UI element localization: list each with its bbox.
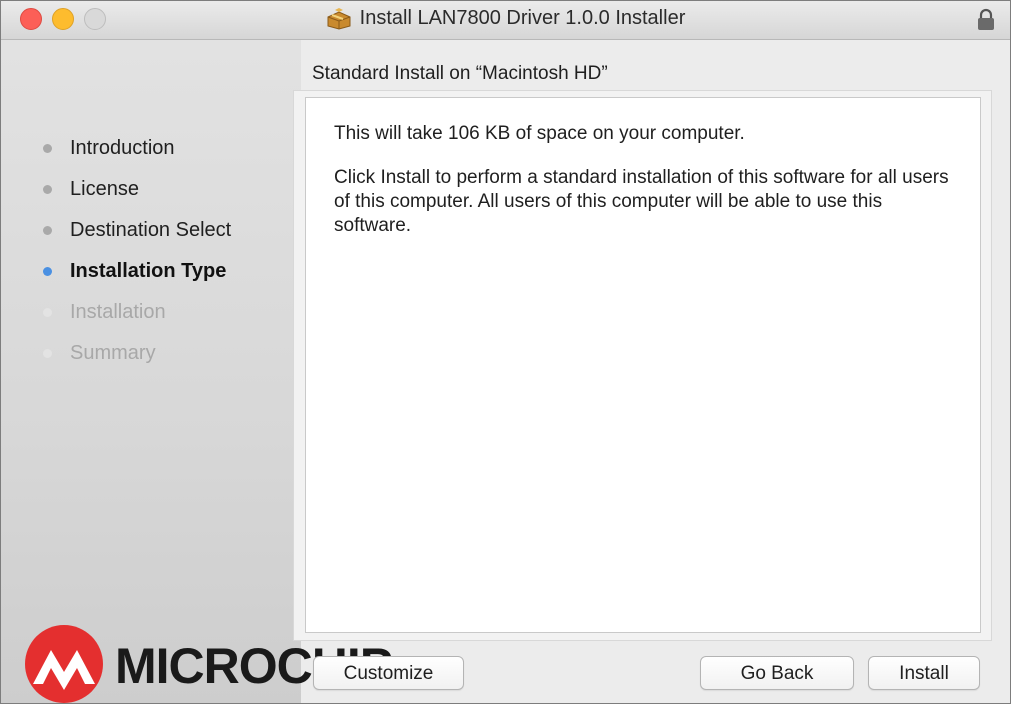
- step-dot: [43, 226, 52, 235]
- step-summary: Summary: [1, 333, 231, 374]
- lock-icon: [978, 8, 994, 30]
- step-dot: [43, 349, 52, 358]
- go-back-button[interactable]: Go Back: [700, 656, 854, 690]
- step-installation: Installation: [1, 292, 231, 333]
- package-icon: [327, 7, 351, 30]
- step-destination-select: Destination Select: [1, 210, 231, 251]
- panel-heading: Standard Install on “Macintosh HD”: [312, 63, 608, 84]
- install-button[interactable]: Install: [868, 656, 980, 690]
- step-label: Installation: [70, 301, 166, 323]
- title-bar[interactable]: Install LAN7800 Driver 1.0.0 Installer: [1, 1, 1010, 40]
- steps-list: Introduction License Destination Select …: [1, 128, 231, 374]
- window-title: Install LAN7800 Driver 1.0.0 Installer: [359, 7, 686, 29]
- steps-sidebar: Introduction License Destination Select …: [1, 40, 301, 703]
- microchip-logo-mark: [25, 625, 103, 703]
- installer-window: Install LAN7800 Driver 1.0.0 Installer I…: [0, 0, 1011, 704]
- window-title-area: Install LAN7800 Driver 1.0.0 Installer: [1, 7, 1010, 33]
- step-dot: [43, 308, 52, 317]
- step-label: Summary: [70, 342, 156, 364]
- customize-button[interactable]: Customize: [313, 656, 464, 690]
- step-label: License: [70, 178, 139, 200]
- step-dot-current: [43, 267, 52, 276]
- install-description-text: Click Install to perform a standard inst…: [334, 167, 949, 236]
- step-label: Introduction: [70, 137, 175, 159]
- step-license: License: [1, 169, 231, 210]
- space-info-text: This will take 106 KB of space on your c…: [334, 123, 745, 144]
- step-label: Destination Select: [70, 219, 232, 241]
- step-dot: [43, 144, 52, 153]
- step-installation-type: Installation Type: [1, 251, 231, 292]
- content-area: This will take 106 KB of space on your c…: [305, 97, 981, 633]
- step-label: Installation Type: [70, 260, 227, 282]
- step-dot: [43, 185, 52, 194]
- step-introduction: Introduction: [1, 128, 231, 169]
